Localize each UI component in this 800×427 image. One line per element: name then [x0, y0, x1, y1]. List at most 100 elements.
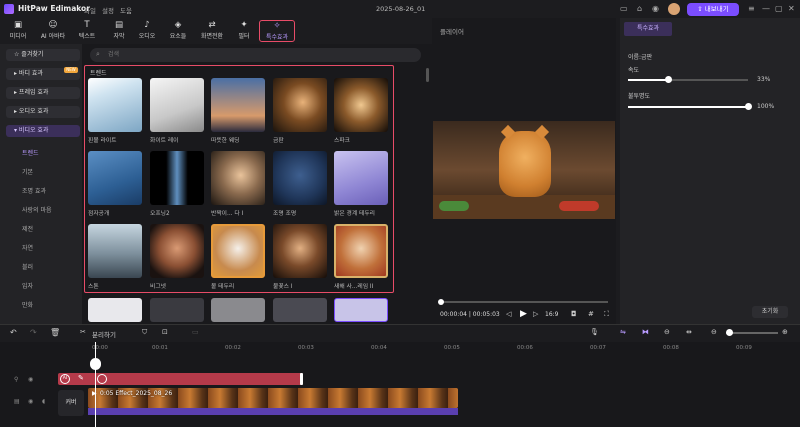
tab-transition[interactable]: ⇄ 화면전환	[197, 20, 227, 42]
menu-settings[interactable]: 설정	[102, 5, 114, 15]
microphone-icon[interactable]: 🎙	[590, 328, 599, 336]
playhead[interactable]	[95, 342, 96, 427]
audio-track-bar[interactable]	[88, 408, 458, 415]
shield-icon[interactable]: ⛉	[142, 328, 147, 337]
edit-clip-icon[interactable]: ✎	[78, 374, 84, 382]
next-frame-icon[interactable]: ▷	[533, 310, 538, 318]
export-button[interactable]: ⇪ 내보내기	[687, 3, 739, 16]
monitor-icon[interactable]: ▭	[620, 4, 628, 13]
effect-thumb[interactable]	[334, 224, 388, 278]
menu-icon[interactable]: ≡	[748, 4, 755, 13]
track-visibility-icon[interactable]: ◉	[28, 398, 33, 405]
speed-value[interactable]: 33%	[757, 76, 770, 83]
undo-icon[interactable]: ↶	[10, 328, 17, 337]
opacity-slider[interactable]	[628, 106, 748, 108]
cart-icon[interactable]: ⌂	[637, 4, 642, 13]
menu-file[interactable]: 파일	[84, 5, 96, 15]
effect-thumb[interactable]	[273, 151, 327, 205]
tab-subtitle[interactable]: ▤ 자막	[104, 20, 134, 42]
chain-icon[interactable]: ⊖	[664, 328, 670, 336]
effect-thumb[interactable]	[211, 298, 265, 322]
avatar[interactable]	[668, 3, 680, 15]
effect-thumb[interactable]	[150, 151, 204, 205]
track-audio-icon[interactable]: ◖	[42, 398, 45, 405]
tab-media[interactable]: ▣ 미디어	[3, 20, 33, 42]
grid-scrollbar[interactable]	[426, 68, 429, 82]
tab-elements[interactable]: ◈ 요소들	[163, 20, 193, 42]
effect-thumb[interactable]	[334, 298, 388, 322]
speed-slider[interactable]	[628, 79, 748, 81]
split-button[interactable]: 분리하기	[92, 329, 116, 339]
sidebar-subitem-nature[interactable]: 자연	[22, 243, 33, 252]
effect-thumb[interactable]	[88, 151, 142, 205]
search-input[interactable]: 검색	[90, 48, 421, 62]
sidebar-item-audio-effects[interactable]: ▸ 오디오 효과	[6, 106, 80, 118]
split-audio-icon[interactable]: ⇹	[686, 328, 692, 336]
effect-thumb[interactable]	[334, 78, 388, 132]
sidebar-item-video-effects[interactable]: ▾ 비디오 효과	[6, 125, 80, 137]
prev-frame-icon[interactable]: ◁	[506, 310, 511, 318]
redo-icon[interactable]: ↷	[30, 328, 37, 337]
track-lock-icon[interactable]: ▤	[14, 398, 20, 405]
effect-thumb[interactable]	[273, 224, 327, 278]
effect-thumb[interactable]	[211, 224, 265, 278]
tab-effects[interactable]: ✧ 특수효과	[259, 20, 295, 42]
notification-icon[interactable]: ◉	[652, 4, 659, 13]
effect-thumb[interactable]	[88, 224, 142, 278]
snap-icon[interactable]: ⧓	[642, 328, 649, 336]
clip-settings-icon[interactable]	[97, 374, 107, 384]
delete-icon[interactable]: 🗑	[50, 328, 60, 337]
progress-knob[interactable]	[438, 299, 444, 305]
track-visibility-icon[interactable]: ◉	[28, 376, 33, 383]
tab-text[interactable]: T 텍스트	[72, 20, 102, 42]
sidebar-subitem-trend[interactable]: 트렌드	[22, 148, 39, 157]
sidebar-subitem-light[interactable]: 조명 효과	[22, 186, 46, 195]
effect-thumb[interactable]	[88, 78, 142, 132]
sidebar-subitem-basic[interactable]: 기본	[22, 167, 33, 176]
playhead-scissor-handle[interactable]	[90, 358, 101, 370]
zoom-out-icon[interactable]: ⊖	[711, 328, 717, 336]
clip-trim-handle[interactable]	[300, 373, 303, 385]
tab-audio[interactable]: ♪ 오디오	[132, 20, 162, 42]
progress-bar[interactable]	[440, 301, 608, 303]
zoom-knob[interactable]	[726, 329, 733, 336]
split-icon[interactable]: ✂	[80, 328, 86, 336]
effect-thumb[interactable]	[211, 151, 265, 205]
sidebar-subitem-blur[interactable]: 블러	[22, 262, 33, 271]
sidebar-subitem-cartoon[interactable]: 만화	[22, 300, 33, 309]
sidebar-subitem-love[interactable]: 사랑의 마음	[22, 205, 52, 214]
opacity-value[interactable]: 100%	[757, 103, 774, 110]
zoom-slider[interactable]	[726, 332, 778, 334]
effect-thumb[interactable]	[88, 298, 142, 322]
effect-thumb[interactable]	[150, 224, 204, 278]
sidebar-subitem-particle[interactable]: 입자	[22, 281, 33, 290]
sidebar-item-favorites[interactable]: ☆ 즐겨찾기	[6, 49, 80, 61]
text-box-icon[interactable]: ⊡	[162, 328, 168, 336]
effect-thumb[interactable]	[150, 78, 204, 132]
freeze-icon[interactable]: ▭	[192, 328, 199, 336]
minimize-icon[interactable]: —	[762, 4, 770, 13]
effect-thumb[interactable]	[273, 78, 327, 132]
snapshot-icon[interactable]: ◘	[571, 310, 577, 318]
crop-icon[interactable]: #	[588, 310, 594, 318]
zoom-in-icon[interactable]: ⊕	[782, 328, 788, 336]
close-icon[interactable]: ✕	[788, 4, 795, 13]
fullscreen-icon[interactable]: ⛶	[604, 310, 609, 319]
link-icon[interactable]: ⇋	[620, 328, 626, 336]
aspect-ratio-select[interactable]: 16:9	[545, 311, 558, 318]
tab-ai-avatar[interactable]: ☺ AI 아바타	[38, 20, 68, 42]
tab-filter[interactable]: ✦ 필터	[229, 20, 259, 42]
opacity-slider-knob[interactable]	[745, 103, 752, 110]
effect-thumb[interactable]	[334, 151, 388, 205]
track-link-icon[interactable]: ⚲	[14, 376, 18, 383]
tab-effects-properties[interactable]: 특수효과	[624, 22, 672, 36]
effect-thumb[interactable]	[273, 298, 327, 322]
maximize-icon[interactable]: ▢	[775, 4, 783, 13]
cover-button[interactable]: 커버	[58, 390, 84, 416]
effect-thumb[interactable]	[211, 78, 265, 132]
reset-button[interactable]: 초기화	[752, 306, 788, 318]
ai-clip-icon[interactable]: AI	[60, 374, 70, 384]
sidebar-subitem-festival[interactable]: 제전	[22, 224, 33, 233]
effect-thumb[interactable]	[150, 298, 204, 322]
sidebar-item-frame-effects[interactable]: ▸ 프레임 효과	[6, 87, 80, 99]
